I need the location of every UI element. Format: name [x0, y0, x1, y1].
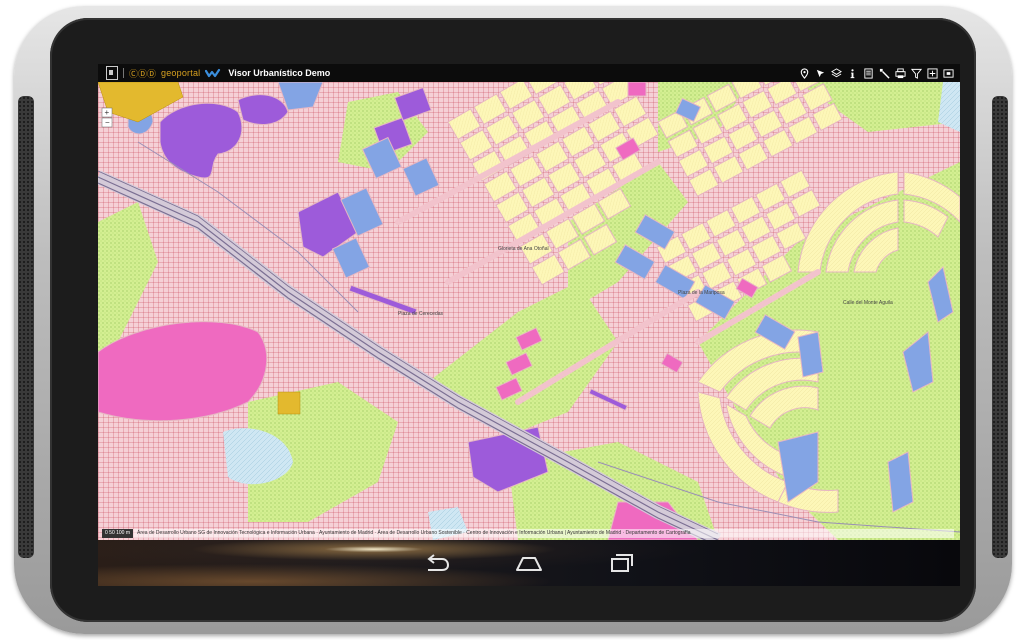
- attribution-text: Área de Desarrollo Urbano SG de Innovaci…: [137, 530, 691, 536]
- header-divider: [123, 68, 124, 78]
- brand-mark-icon: ⒸⒹⒹ: [129, 68, 157, 79]
- location-pin-icon[interactable]: [796, 65, 812, 81]
- map-label: Calle del Monte Aguila: [843, 300, 893, 306]
- home-button[interactable]: [509, 548, 549, 578]
- tablet-screen: ⒸⒹⒹ geoportal Visor Urbanístico Demo Glo…: [98, 64, 960, 586]
- visor-logo-icon: [205, 68, 221, 78]
- zoom-box-icon[interactable]: [924, 65, 940, 81]
- urban-planning-map[interactable]: Glorieta de Ana Otoñal Plaza de la Marip…: [98, 82, 960, 540]
- map-label: Glorieta de Ana Otoñal: [498, 246, 549, 252]
- back-button[interactable]: [417, 548, 457, 578]
- filter-icon[interactable]: [908, 65, 924, 81]
- city-crest-icon: [106, 66, 118, 80]
- brand-label: geoportal: [161, 68, 201, 78]
- app-header: ⒸⒹⒹ geoportal Visor Urbanístico Demo: [98, 64, 960, 82]
- back-arrow-icon: [427, 554, 450, 571]
- layers-icon[interactable]: [828, 65, 844, 81]
- map-label: Plaza de la Mariposa: [678, 290, 725, 296]
- scale-bar: 0 50 100 m: [102, 529, 134, 538]
- list-icon[interactable]: [860, 65, 876, 81]
- map-canvas[interactable]: Glorieta de Ana Otoñal Plaza de la Marip…: [98, 82, 960, 540]
- recent-apps-icon: [611, 554, 633, 572]
- recents-button[interactable]: [601, 548, 641, 578]
- minus-icon: −: [105, 118, 110, 127]
- fullscreen-icon[interactable]: [940, 65, 956, 81]
- info-icon[interactable]: [844, 65, 860, 81]
- map-attribution: 0 50 100 m Área de Desarrollo Urbano SG d…: [102, 529, 954, 538]
- android-nav-bar: [98, 540, 960, 586]
- map-toolbar: [796, 65, 960, 81]
- speaker-grille-left: [18, 96, 34, 558]
- home-icon: [516, 557, 542, 571]
- speaker-grille-right: [992, 96, 1008, 558]
- pointer-icon[interactable]: [812, 65, 828, 81]
- zoom-controls[interactable]: + −: [101, 107, 113, 128]
- map-label: Plaza de Cerecedas: [398, 311, 444, 317]
- page-title: Visor Urbanístico Demo: [228, 68, 331, 78]
- plus-icon: +: [105, 108, 110, 117]
- print-icon[interactable]: [892, 65, 908, 81]
- select-icon[interactable]: [876, 65, 892, 81]
